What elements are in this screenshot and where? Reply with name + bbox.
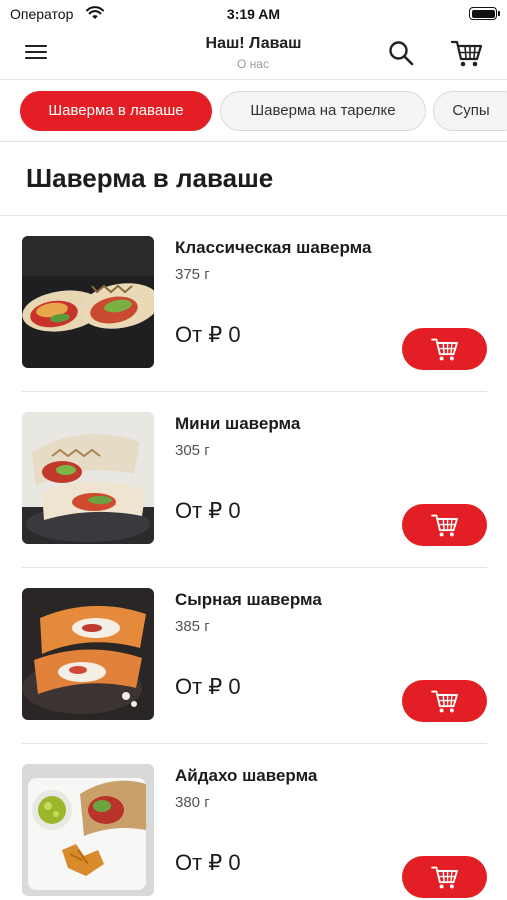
cart-add-icon [430,338,458,361]
cart-add-icon [430,690,458,713]
product-image[interactable] [22,236,154,368]
product-name[interactable]: Сырная шаверма [175,590,322,610]
add-to-cart-button[interactable] [402,856,487,898]
product-name[interactable]: Айдахо шаверма [175,766,317,786]
search-icon[interactable] [387,39,415,67]
status-bar: Оператор 3:19 AM [0,0,507,28]
product-weight: 380 г [175,794,210,811]
navigation-bar: Наш! Лаваш О нас [0,28,507,80]
clock: 3:19 AM [226,6,281,22]
cart-add-icon [430,866,458,889]
product-price: От ₽ 0 [175,850,241,875]
section-title: Шаверма в лаваше [26,163,274,193]
product-name[interactable]: Классическая шаверма [175,238,371,258]
restaurant-title: Наш! Лаваш [205,35,302,52]
product-price: От ₽ 0 [175,322,241,347]
tab-shawarma-lavash[interactable]: Шаверма в лаваше [20,91,212,131]
product-item: Айдахо шаверма 380 г От ₽ 0 [0,744,507,900]
product-weight: 375 г [175,266,210,283]
product-weight: 385 г [175,618,210,635]
product-image[interactable] [22,588,154,720]
add-to-cart-button[interactable] [402,504,487,546]
product-item: Сырная шаверма 385 г От ₽ 0 [0,568,507,744]
battery-icon [469,7,500,20]
product-item: Мини шаверма 305 г От ₽ 0 [0,392,507,568]
tab-soups[interactable]: Супы [433,91,507,131]
shopping-cart-icon[interactable] [451,39,483,67]
add-to-cart-button[interactable] [402,328,487,370]
product-name[interactable]: Мини шаверма [175,414,300,434]
category-tabs: Шаверма в лаваше Шаверма на тарелке Супы [0,81,507,142]
product-item: Классическая шаверма 375 г От ₽ 0 [0,216,507,392]
product-price: От ₽ 0 [175,498,241,523]
add-to-cart-button[interactable] [402,680,487,722]
tab-shawarma-plate[interactable]: Шаверма на тарелке [220,91,426,131]
product-image[interactable] [22,764,154,896]
product-weight: 305 г [175,442,210,459]
product-image[interactable] [22,412,154,544]
hamburger-menu-icon[interactable] [22,41,50,67]
product-price: От ₽ 0 [175,674,241,699]
cart-add-icon [430,514,458,537]
about-link[interactable]: О нас [203,57,303,71]
